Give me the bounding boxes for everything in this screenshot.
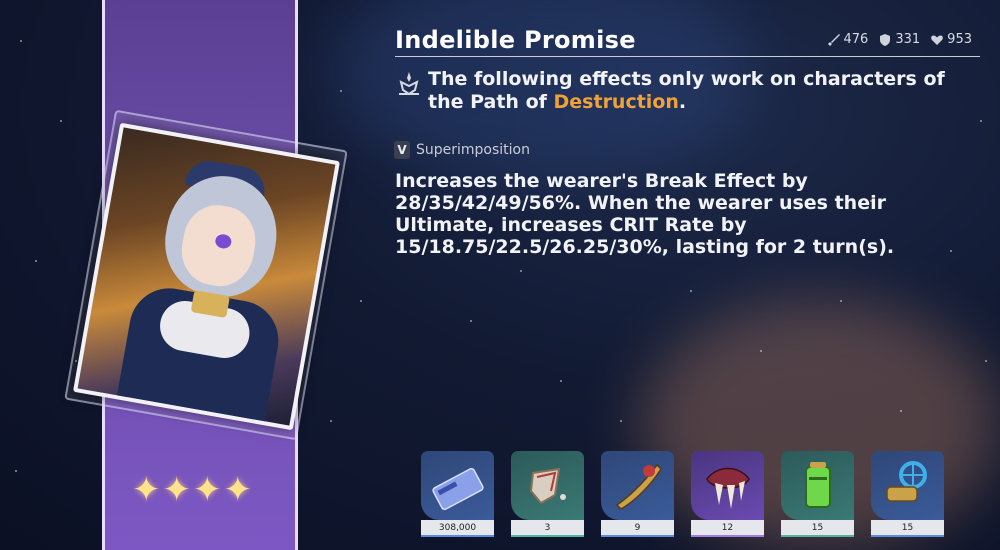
light-cone-art[interactable]	[72, 122, 341, 431]
shard-icon	[529, 467, 566, 505]
def-value: 331	[895, 32, 921, 47]
sword-icon	[827, 33, 840, 46]
hp-value: 953	[947, 32, 972, 47]
material-item[interactable]: 9	[601, 451, 674, 537]
light-cone-title: Indelible Promise	[395, 26, 636, 54]
material-item[interactable]: 3	[511, 451, 584, 537]
superimposition-header: V Superimposition	[394, 141, 530, 159]
gear-valve-icon	[886, 461, 927, 502]
material-item[interactable]: 15	[871, 451, 944, 537]
atk-value: 476	[843, 32, 869, 47]
hp-stat: 953	[930, 32, 972, 47]
material-count: 12	[691, 520, 764, 536]
destruction-path-icon	[399, 72, 419, 96]
superimposition-label: Superimposition	[416, 142, 530, 158]
star-icon: ✦	[132, 470, 161, 510]
heart-icon	[931, 35, 944, 45]
star-icon: ✦	[193, 470, 222, 510]
shield-icon	[880, 33, 891, 46]
superimposition-level-badge: V	[394, 141, 410, 159]
battery-icon	[805, 462, 831, 508]
material-list: 308,000 3 9 12 15 15	[421, 451, 944, 537]
fang-icon	[706, 467, 750, 509]
effect-description: Increases the wearer's Break Effect by 2…	[395, 170, 895, 258]
path-restriction-notice: The following effects only work on chara…	[428, 68, 968, 114]
star-icon: ✦	[162, 470, 192, 510]
blade-icon	[615, 463, 662, 510]
material-count: 3	[511, 520, 584, 536]
path-name: Destruction	[553, 91, 679, 113]
def-stat: 331	[878, 32, 920, 47]
path-notice-prefix: The following effects only work on chara…	[428, 68, 945, 113]
rarity-stars: ✦ ✦ ✦ ✦	[132, 473, 252, 507]
stat-row: 476 331 953	[827, 32, 972, 47]
material-item[interactable]: 15	[781, 451, 854, 537]
atk-stat: 476	[827, 32, 869, 47]
title-divider	[395, 56, 980, 57]
material-item[interactable]: 308,000	[421, 451, 494, 537]
path-notice-suffix: .	[678, 91, 687, 113]
material-count: 15	[871, 520, 944, 536]
material-count: 15	[781, 520, 854, 536]
material-count: 9	[601, 520, 674, 536]
star-icon: ✦	[223, 470, 253, 510]
material-count: 308,000	[421, 520, 494, 536]
material-item[interactable]: 12	[691, 451, 764, 537]
credit-card-icon	[432, 467, 484, 511]
